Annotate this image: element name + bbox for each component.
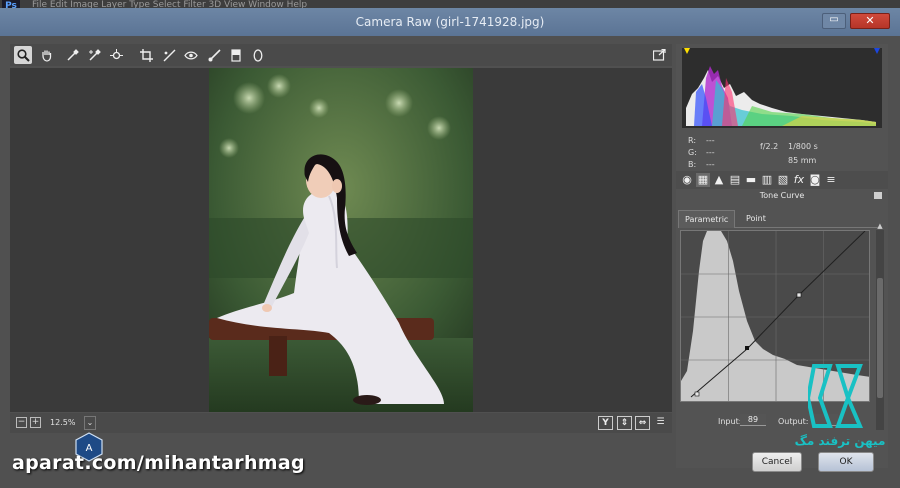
histogram (682, 48, 882, 128)
r-label: R: (688, 136, 697, 145)
b-label: B: (688, 160, 697, 169)
focal-length: 85 mm (788, 156, 817, 165)
titlebar: Camera Raw (girl-1741928.jpg) ▭ ✕ (0, 8, 900, 36)
panel-tabs: ◉ ▦ ▲ ▤ ▬ ▥ ▧ fx ◙ ≡ (676, 171, 888, 189)
close-button[interactable]: ✕ (850, 13, 890, 29)
output-label: Output: (778, 417, 809, 426)
photo-preview (209, 68, 473, 412)
panel-scrollbar[interactable] (876, 230, 884, 430)
swap-settings-button[interactable]: ⇕ (617, 416, 632, 430)
camera-calibration-panel-icon[interactable]: ◙ (808, 173, 822, 187)
image-info: R: --- G: --- B: --- f/2.2 1/800 s 85 mm (682, 134, 882, 174)
input-label: Input: (718, 417, 742, 426)
screen: Ps File Edit Image Layer Type Select Fil… (0, 0, 900, 488)
shadow-clipping-icon (684, 48, 690, 54)
tab-parametric[interactable]: Parametric (678, 210, 736, 228)
transform-panel-icon[interactable]: ▧ (776, 173, 790, 187)
presets-panel-icon[interactable]: ≡ (824, 173, 838, 187)
r-value: --- (706, 136, 715, 145)
panel-title: Tone Curve (759, 191, 805, 200)
effects-panel-icon[interactable]: fx (792, 173, 806, 187)
shutter-speed: 1/800 s (788, 142, 818, 151)
red-eye-tool-icon[interactable] (182, 46, 200, 64)
zoom-out-button[interactable]: − (16, 417, 27, 428)
adjustment-brush-icon[interactable] (205, 46, 223, 64)
preview-preferences-button[interactable]: ☰ (653, 416, 668, 430)
input-field[interactable]: 89 (740, 414, 766, 426)
ok-button[interactable]: OK (818, 452, 874, 472)
hsl-panel-icon[interactable]: ▤ (728, 173, 742, 187)
b-value: --- (706, 160, 715, 169)
zoom-dropdown-button[interactable]: ⌄ (84, 416, 96, 430)
tone-curve-panel-icon[interactable]: ▦ (696, 173, 710, 187)
g-value: --- (706, 148, 715, 157)
crop-tool-icon[interactable] (137, 46, 155, 64)
scrollbar-thumb[interactable] (877, 278, 883, 398)
hand-tool-icon[interactable] (37, 46, 55, 64)
curve-point (694, 391, 700, 397)
brand-watermark: میهن ترفند مگ (794, 434, 886, 448)
open-preferences-icon[interactable] (650, 46, 668, 64)
targeted-adjustment-tool-icon[interactable] (107, 46, 125, 64)
graduated-filter-icon[interactable] (227, 46, 245, 64)
brand-logo-icon (808, 364, 864, 428)
minimize-button[interactable]: ▭ (822, 13, 846, 29)
radial-filter-icon[interactable] (249, 46, 267, 64)
detail-panel-icon[interactable]: ▲ (712, 173, 726, 187)
histogram-graph (684, 48, 880, 126)
color-sampler-tool-icon[interactable] (85, 46, 103, 64)
white-balance-tool-icon[interactable] (63, 46, 81, 64)
preview-bottom-bar: − + 12.5% ⌄ Y ⇕ ⇔ ☰ (10, 413, 672, 433)
copy-settings-button[interactable]: ⇔ (635, 416, 650, 430)
curve-point-selected (745, 346, 749, 350)
straighten-tool-icon[interactable] (160, 46, 178, 64)
panel-menu-icon[interactable] (874, 192, 882, 199)
window-title: Camera Raw (girl-1741928.jpg) (355, 15, 545, 29)
cancel-button[interactable]: Cancel (752, 452, 802, 472)
tone-curve-subtabs: Parametric Point (678, 210, 882, 228)
g-label: G: (688, 148, 697, 157)
basic-panel-icon[interactable]: ◉ (680, 173, 694, 187)
scroll-up-icon[interactable]: ▲ (876, 222, 884, 230)
image-preview[interactable] (10, 68, 672, 412)
photo-image (209, 68, 473, 412)
split-toning-panel-icon[interactable]: ▬ (744, 173, 758, 187)
aparat-watermark: aparat.com/mihantarhmag (12, 452, 305, 474)
lens-corrections-panel-icon[interactable]: ▥ (760, 173, 774, 187)
zoom-in-button[interactable]: + (30, 417, 41, 428)
tab-point[interactable]: Point (740, 210, 772, 228)
zoom-tool-icon[interactable] (14, 46, 32, 64)
highlight-clipping-icon (874, 48, 880, 54)
toolbar (10, 44, 672, 66)
aperture: f/2.2 (760, 142, 779, 151)
before-after-view-button[interactable]: Y (598, 416, 613, 430)
camera-raw-dialog: Camera Raw (girl-1741928.jpg) ▭ ✕ − + 12… (0, 8, 900, 488)
curve-point (796, 292, 802, 298)
